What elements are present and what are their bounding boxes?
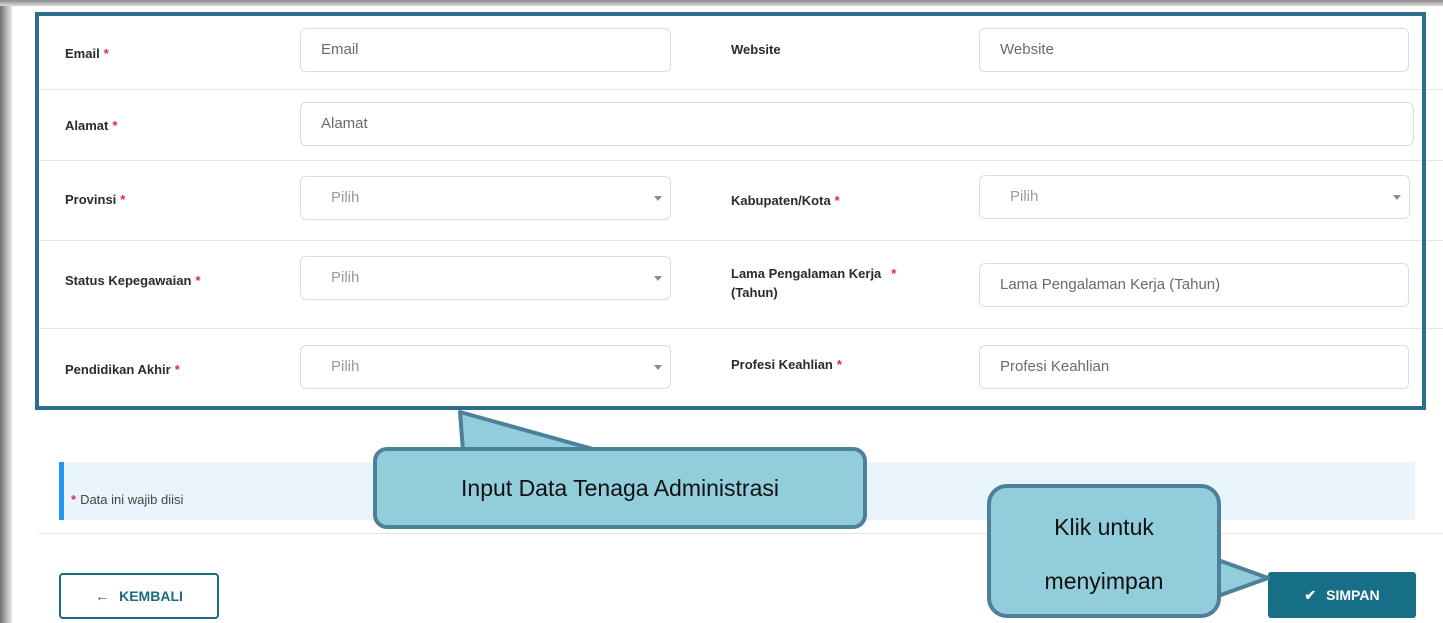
callout-tails bbox=[458, 410, 1270, 598]
save-callout: Klik untuk menyimpan bbox=[987, 484, 1221, 618]
input-callout: Input Data Tenaga Administrasi bbox=[373, 447, 867, 529]
